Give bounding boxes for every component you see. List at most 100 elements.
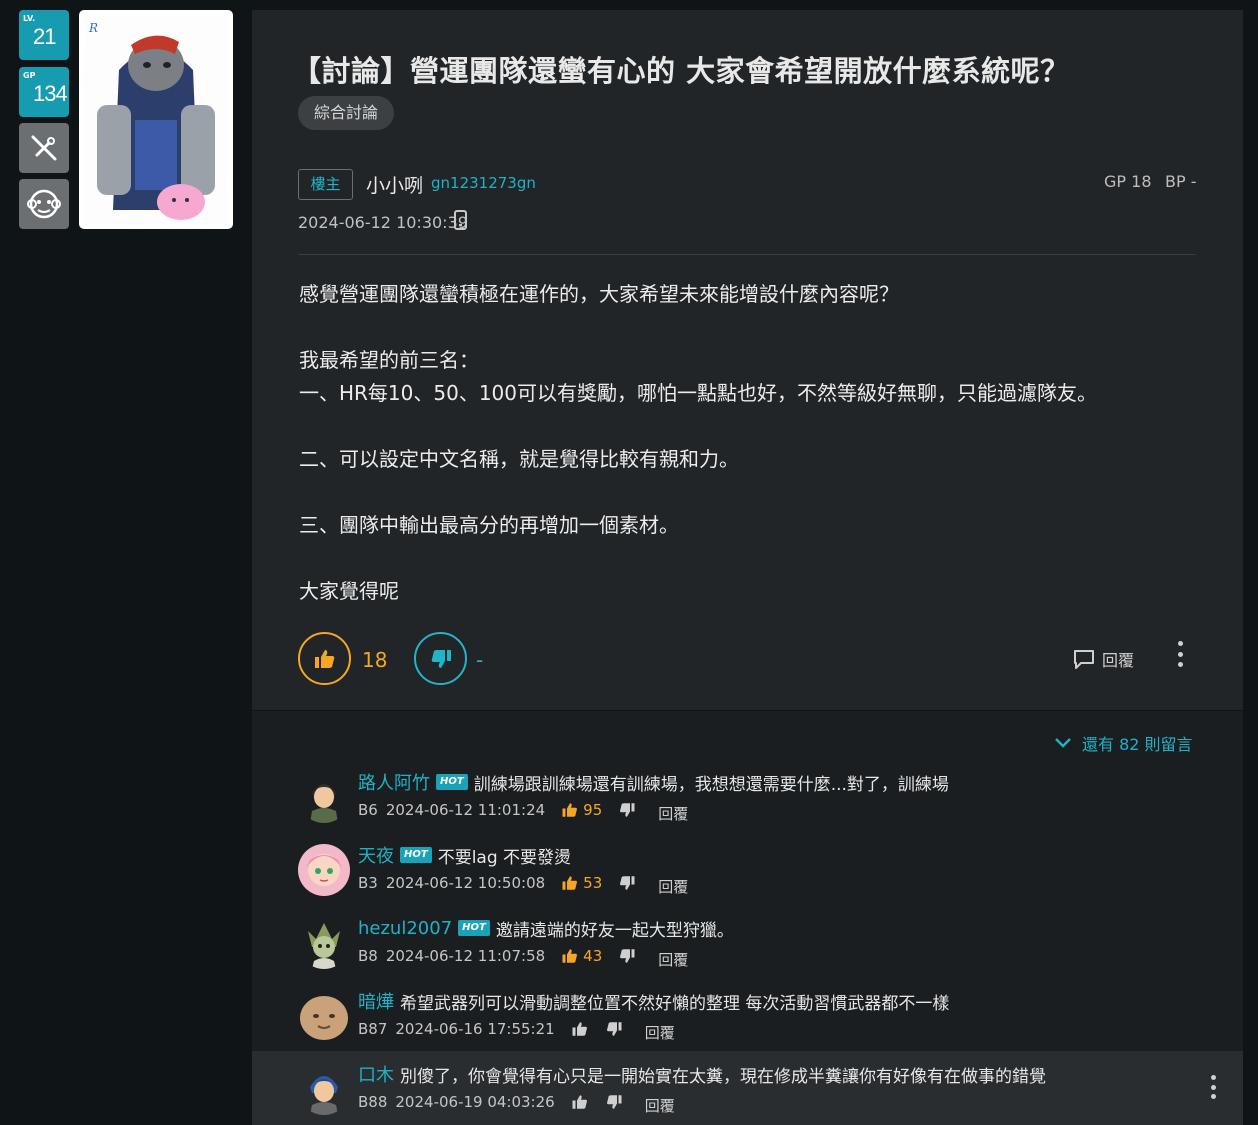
like-button[interactable] [298,632,351,685]
dislike-button[interactable] [414,632,467,685]
body-line [299,542,1199,575]
comments-section: 還有 82 則留言 路人阿竹 HOT 訓練場跟訓練場還有訓練場，我想想還需要什麼… [252,711,1243,1125]
thumbs-down-icon [620,876,635,890]
commenter-name[interactable]: 口木 [358,1061,394,1087]
category-tag[interactable]: 綜合討論 [298,96,395,130]
reply-button[interactable]: 回覆 [1072,647,1134,671]
comment-text: 邀請遠端的好友一起大型狩獵。 [495,920,734,941]
author-id[interactable]: gn1231273gn [431,174,536,192]
comment-like-button[interactable]: 53 [561,874,602,892]
more-comments-label: 還有 82 則留言 [1082,735,1193,754]
hot-badge: HOT [436,774,468,790]
commenter-name[interactable]: hezul2007 [358,918,452,939]
body-line: 一、HR每10、50、100可以有獎勵，哪怕一點點也好，不然等級好無聊，只能過濾… [299,381,1098,405]
author-avatar[interactable]: R [79,10,233,229]
hot-badge: HOT [400,847,432,863]
post-title: 【討論】營運團隊還蠻有心的 大家會希望開放什麼系統呢？ [292,54,1070,88]
thumbs-up-icon [572,1095,587,1109]
comment-like-button[interactable] [571,1093,589,1111]
comment-reply-button[interactable]: 回覆 [645,1095,675,1116]
comment-like-button[interactable]: 43 [561,947,602,965]
thumbs-down-icon [606,1095,622,1109]
comment-dislike-button[interactable] [605,1093,623,1111]
thumbs-down-icon [606,1022,622,1036]
commenter-avatar[interactable] [298,917,350,969]
commenter-avatar[interactable] [298,771,350,823]
comment-reply-button[interactable]: 回覆 [658,949,688,970]
comment-floor: B6 [358,801,378,819]
comment-dislike-button[interactable] [618,874,636,892]
comment-item: 口木 別傻了，你會覺得有心只是一開始實在太糞，現在修成半糞讓你有好像有在做事的錯… [252,1051,1243,1125]
more-options-icon[interactable] [1175,641,1185,667]
comment-dislike-button[interactable] [618,801,636,819]
hot-badge: HOT [458,920,490,936]
body-line: 二、可以設定中文名稱，就是覺得比較有親和力。 [299,447,739,471]
op-tag: 樓主 [298,169,353,200]
comment-floor: B88 [358,1093,388,1111]
svg-text:R: R [88,21,98,35]
post-gp: GP 18 [1104,172,1152,191]
post-card: 【討論】營運團隊還蠻有心的 大家會希望開放什麼系統呢？ 綜合討論 樓主 小小咧 … [252,10,1243,710]
post-body: 感覺營運團隊還蠻積極在運作的，大家希望未來能增設什麼內容呢？ 我最希望的前三名：… [299,278,1199,608]
mobile-icon [454,210,467,230]
comment-text: 不要lag 不要發燙 [437,847,572,868]
comment-more-options-icon[interactable] [1208,1075,1218,1099]
more-comments-link[interactable]: 還有 82 則留言 [1054,731,1193,755]
body-line: 感覺營運團隊還蠻積極在運作的，大家希望未來能增設什麼內容呢？ [299,282,899,306]
comment-item: 路人阿竹 HOT 訓練場跟訓練場還有訓練場，我想想還需要什麼...對了，訓練場 … [252,769,1243,842]
comment-like-button[interactable] [571,1020,589,1038]
comment-text: 訓練場跟訓練場還有訓練場，我想想還需要什麼...對了，訓練場 [473,774,949,795]
like-count: 18 [362,648,388,672]
comment-dislike-button[interactable] [605,1020,623,1038]
thumbs-down-icon [620,949,635,963]
commenter-avatar[interactable] [298,990,350,1042]
comment-like-button[interactable]: 95 [561,801,602,819]
divider [298,254,1196,255]
body-line: 大家覺得呢 [299,579,399,603]
mascot-icon[interactable] [19,179,69,229]
body-line: 三、團隊中輸出最高分的再增加一個素材。 [299,513,679,537]
comment-like-count: 53 [583,874,603,892]
commenter-name[interactable]: 暗燁 [358,988,394,1014]
thumbs-down-icon [620,803,635,817]
gp-value: 134 [33,81,68,106]
comment-like-count: 95 [583,801,603,819]
thumbs-up-icon [562,949,578,963]
body-line [299,476,1199,509]
reply-label: 回覆 [1102,651,1135,670]
tool-icon[interactable] [19,123,69,173]
comment-item: hezul2007 HOT 邀請遠端的好友一起大型狩獵。 B8 2024-06-… [252,915,1243,988]
comment-reply-button[interactable]: 回覆 [645,1022,675,1043]
gp-tag: GP [23,71,36,80]
thumbs-up-icon [314,649,334,668]
thumbs-up-icon [562,876,578,890]
comment-time: 2024-06-19 04:03:26 [395,1093,555,1111]
level-value: 21 [33,24,57,49]
commenter-avatar[interactable] [298,844,350,896]
chevron-down-icon [1055,738,1071,748]
comment-reply-button[interactable]: 回覆 [658,876,688,897]
comment-like-count: 43 [583,947,603,965]
comment-text: 希望武器列可以滑動調整位置不然好懶的整理 每次活動習慣武器都不一樣 [400,993,950,1014]
comment-icon [1074,650,1094,669]
comment-reply-button[interactable]: 回覆 [658,803,688,824]
thumbs-down-icon [431,649,451,668]
comment-text: 別傻了，你會覺得有心只是一開始實在太糞，現在修成半糞讓你有好像有在做事的錯覺 [400,1066,1046,1087]
thumbs-up-icon [572,1022,587,1036]
level-tag: LV. [23,14,36,23]
thumbs-up-icon [562,803,578,817]
comment-dislike-button[interactable] [618,947,636,965]
dislike-count: - [476,648,484,672]
body-line [299,311,1199,344]
author-name[interactable]: 小小咧 [366,171,423,198]
comment-time: 2024-06-12 11:01:24 [385,801,546,819]
comment-time: 2024-06-16 17:55:21 [395,1020,555,1038]
body-line [299,410,1199,443]
comment-floor: B3 [358,874,378,892]
commenter-name[interactable]: 天夜 [358,842,394,868]
commenter-avatar[interactable] [298,1063,350,1115]
comment-floor: B8 [358,947,378,965]
gp-badge[interactable]: GP 134 [19,67,69,117]
level-badge[interactable]: LV. 21 [19,10,69,60]
commenter-name[interactable]: 路人阿竹 [358,769,430,795]
